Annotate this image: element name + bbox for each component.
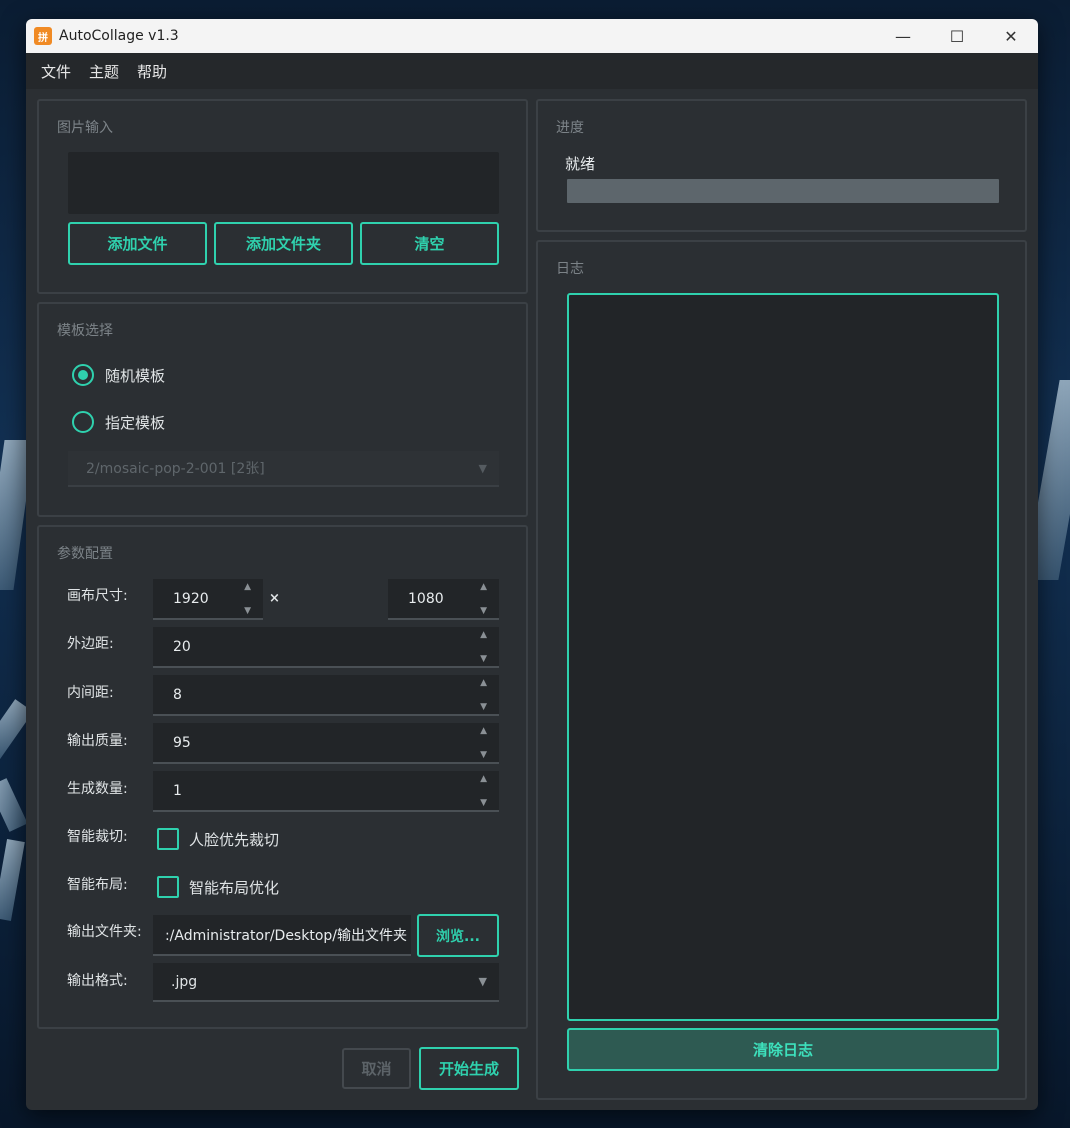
menu-help[interactable]: 帮助 bbox=[128, 61, 176, 82]
chevron-down-icon: ▼ bbox=[478, 975, 487, 988]
spin-value: 20 bbox=[173, 638, 191, 655]
menu-file[interactable]: 文件 bbox=[32, 61, 80, 82]
arrow-down-icon[interactable]: ▼ bbox=[480, 750, 487, 760]
spin-value: 1 bbox=[173, 782, 182, 799]
image-input-group: 图片输入 添加文件 添加文件夹 清空 bbox=[37, 99, 528, 294]
canvas-size-label: 画布尺寸: bbox=[67, 588, 128, 604]
checkbox-label: 人脸优先裁切 bbox=[189, 830, 280, 849]
spacing-spinbox[interactable]: 8 ▲ ▼ bbox=[153, 675, 499, 716]
group-title: 进度 bbox=[556, 120, 584, 136]
canvas-width-spinbox[interactable]: 1920 ▲ ▼ bbox=[153, 579, 263, 620]
template-select[interactable]: 2/mosaic-pop-2-001 [2张] ▼ bbox=[68, 451, 499, 487]
margin-label: 外边距: bbox=[67, 636, 114, 652]
arrow-up-icon[interactable]: ▲ bbox=[244, 582, 251, 592]
spin-value: 8 bbox=[173, 686, 182, 703]
clear-button[interactable]: 清空 bbox=[360, 222, 499, 265]
arrow-up-icon[interactable]: ▲ bbox=[480, 726, 487, 736]
specified-template-radio[interactable]: 指定模板 bbox=[72, 411, 165, 433]
group-title: 参数配置 bbox=[57, 546, 113, 562]
log-group: 日志 清除日志 bbox=[536, 240, 1027, 1100]
app-logo-icon: 拼 bbox=[34, 27, 52, 45]
radio-label: 指定模板 bbox=[105, 413, 166, 432]
group-title: 模板选择 bbox=[57, 323, 113, 339]
margin-spinbox[interactable]: 20 ▲ ▼ bbox=[153, 627, 499, 668]
app-window: 拼 AutoCollage v1.3 — ☐ ✕ 文件 主题 帮助 图片输入 添… bbox=[26, 19, 1038, 1110]
arrow-up-icon[interactable]: ▲ bbox=[480, 582, 487, 592]
background-decoration bbox=[0, 778, 28, 832]
times-symbol: × bbox=[269, 591, 280, 606]
menu-theme[interactable]: 主题 bbox=[80, 61, 128, 82]
arrow-down-icon[interactable]: ▼ bbox=[244, 606, 251, 616]
layout-optimize-checkbox[interactable]: 智能布局优化 bbox=[157, 876, 279, 898]
quality-label: 输出质量: bbox=[67, 733, 128, 749]
arrow-up-icon[interactable]: ▲ bbox=[480, 774, 487, 784]
progress-group: 进度 就绪 bbox=[536, 99, 1027, 232]
title-bar[interactable]: 拼 AutoCollage v1.3 — ☐ ✕ bbox=[26, 19, 1038, 53]
params-group: 参数配置 画布尺寸: 1920 ▲ ▼ × 1080 ▲ ▼ 外边距: 20 ▲… bbox=[37, 525, 528, 1029]
chevron-down-icon: ▼ bbox=[478, 461, 487, 475]
smart-crop-label: 智能裁切: bbox=[67, 829, 128, 845]
output-folder-label: 输出文件夹: bbox=[67, 924, 142, 940]
background-decoration bbox=[0, 839, 25, 921]
status-text: 就绪 bbox=[565, 155, 596, 173]
clear-log-button[interactable]: 清除日志 bbox=[567, 1028, 999, 1071]
spin-value: 1080 bbox=[408, 590, 444, 607]
radio-indicator bbox=[72, 364, 94, 386]
radio-label: 随机模板 bbox=[105, 366, 166, 385]
menu-bar: 文件 主题 帮助 bbox=[26, 53, 1038, 89]
arrow-down-icon[interactable]: ▼ bbox=[480, 702, 487, 712]
arrow-down-icon[interactable]: ▼ bbox=[480, 798, 487, 808]
spin-value: 1920 bbox=[173, 590, 209, 607]
count-label: 生成数量: bbox=[67, 781, 128, 797]
canvas-height-spinbox[interactable]: 1080 ▲ ▼ bbox=[388, 579, 499, 620]
checkbox-label: 智能布局优化 bbox=[189, 878, 280, 897]
smart-layout-label: 智能布局: bbox=[67, 877, 128, 893]
checkbox-indicator bbox=[157, 828, 179, 850]
maximize-icon[interactable]: ☐ bbox=[930, 19, 984, 53]
output-folder-value: :/Administrator/Desktop/输出文件夹 bbox=[164, 927, 407, 944]
minimize-icon[interactable]: — bbox=[876, 19, 930, 53]
progress-bar bbox=[567, 179, 999, 203]
arrow-up-icon[interactable]: ▲ bbox=[480, 678, 487, 688]
arrow-down-icon[interactable]: ▼ bbox=[480, 654, 487, 664]
log-textarea[interactable] bbox=[567, 293, 999, 1021]
checkbox-indicator bbox=[157, 876, 179, 898]
arrow-down-icon[interactable]: ▼ bbox=[480, 606, 487, 616]
group-title: 图片输入 bbox=[57, 120, 113, 136]
cancel-button[interactable]: 取消 bbox=[342, 1048, 411, 1089]
add-files-button[interactable]: 添加文件 bbox=[68, 222, 207, 265]
arrow-up-icon[interactable]: ▲ bbox=[480, 630, 487, 640]
output-format-value: .jpg bbox=[171, 973, 198, 990]
random-template-radio[interactable]: 随机模板 bbox=[72, 364, 165, 386]
output-format-select[interactable]: .jpg ▼ bbox=[153, 963, 499, 1002]
spacing-label: 内间距: bbox=[67, 685, 114, 701]
window-title: AutoCollage v1.3 bbox=[59, 28, 179, 44]
output-folder-input[interactable]: :/Administrator/Desktop/输出文件夹 bbox=[153, 915, 411, 956]
count-spinbox[interactable]: 1 ▲ ▼ bbox=[153, 771, 499, 812]
face-crop-checkbox[interactable]: 人脸优先裁切 bbox=[157, 828, 279, 850]
output-format-label: 输出格式: bbox=[67, 973, 128, 989]
image-list[interactable] bbox=[68, 152, 499, 214]
add-folder-button[interactable]: 添加文件夹 bbox=[214, 222, 353, 265]
radio-indicator bbox=[72, 411, 94, 433]
group-title: 日志 bbox=[556, 261, 584, 277]
browse-button[interactable]: 浏览... bbox=[417, 914, 499, 957]
template-select-value: 2/mosaic-pop-2-001 [2张] bbox=[86, 461, 265, 477]
spin-value: 95 bbox=[173, 734, 191, 751]
template-group: 模板选择 随机模板 指定模板 2/mosaic-pop-2-001 [2张] ▼ bbox=[37, 302, 528, 517]
close-icon[interactable]: ✕ bbox=[984, 19, 1038, 53]
start-button[interactable]: 开始生成 bbox=[419, 1047, 519, 1090]
quality-spinbox[interactable]: 95 ▲ ▼ bbox=[153, 723, 499, 764]
